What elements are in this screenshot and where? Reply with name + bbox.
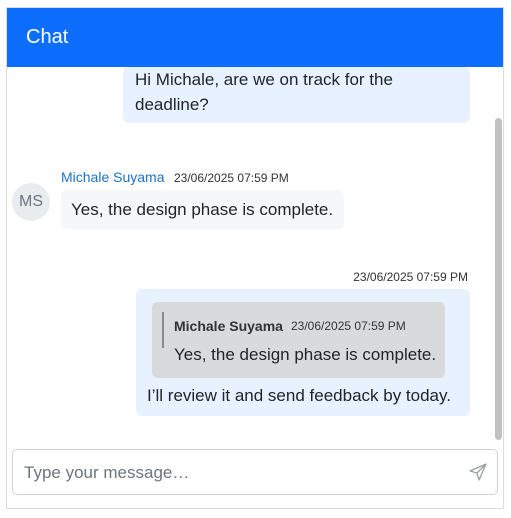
quoted-sender-name: Michale Suyama bbox=[174, 318, 283, 334]
message-composer bbox=[12, 449, 498, 496]
message-bubble-outgoing[interactable]: Hi Michale, are we on track for the dead… bbox=[123, 67, 470, 123]
message-list[interactable]: Hi Michale, are we on track for the dead… bbox=[7, 67, 503, 445]
message-bubble-incoming[interactable]: Yes, the design phase is complete. bbox=[61, 190, 344, 229]
message-input[interactable] bbox=[13, 450, 466, 496]
scrollbar-thumb[interactable] bbox=[495, 118, 502, 440]
scrollbar-track[interactable] bbox=[493, 67, 503, 445]
message-bubble-outgoing[interactable]: Michale Suyama 23/06/2025 07:59 PM Yes, … bbox=[136, 289, 470, 416]
avatar[interactable]: MS bbox=[12, 183, 50, 221]
message-timestamp: 23/06/2025 07:59 PM bbox=[353, 270, 468, 284]
message-text: I’ll review it and send feedback by toda… bbox=[147, 386, 451, 405]
message-timestamp: 23/06/2025 07:59 PM bbox=[174, 171, 289, 185]
quoted-text: Yes, the design phase is complete. bbox=[174, 345, 437, 364]
chat-header: Chat bbox=[7, 8, 503, 67]
quote-bar bbox=[162, 312, 164, 348]
message-text: Hi Michale, are we on track for the dead… bbox=[135, 70, 393, 114]
message-text: Yes, the design phase is complete. bbox=[71, 200, 334, 219]
quoted-message[interactable]: Michale Suyama 23/06/2025 07:59 PM Yes, … bbox=[152, 302, 445, 378]
chat-window: Chat Hi Michale, are we on track for the… bbox=[6, 7, 504, 509]
quoted-timestamp: 23/06/2025 07:59 PM bbox=[291, 319, 406, 333]
sender-name: Michale Suyama bbox=[61, 169, 165, 185]
send-icon[interactable] bbox=[469, 463, 487, 481]
chat-title: Chat bbox=[26, 26, 69, 48]
